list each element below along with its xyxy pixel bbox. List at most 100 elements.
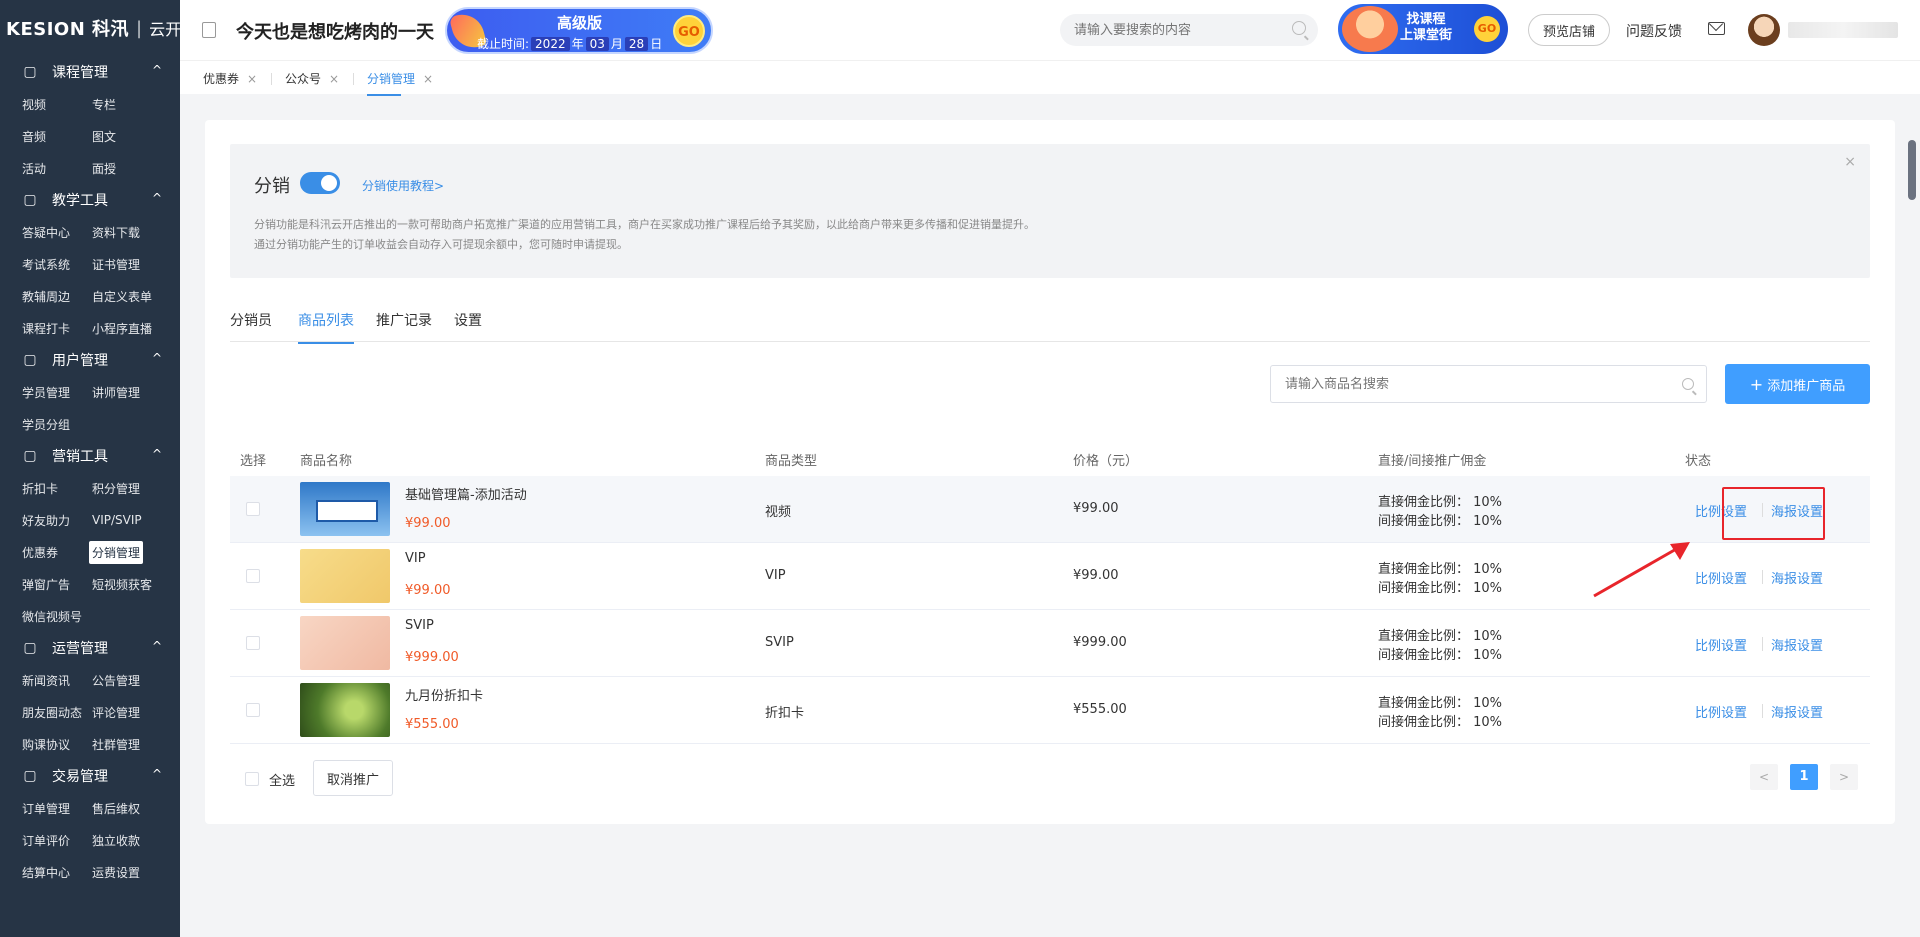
tab-coupon[interactable]: 优惠券 ×: [203, 70, 257, 87]
search-icon[interactable]: [1292, 21, 1306, 35]
scrollbar[interactable]: [1908, 140, 1916, 200]
col-select: 选择: [240, 454, 267, 469]
poster-settings-link[interactable]: 海报设置: [1771, 702, 1823, 721]
prev-page-button[interactable]: <: [1750, 764, 1778, 790]
sidebar-item[interactable]: 图文: [92, 120, 172, 152]
row-checkbox[interactable]: [246, 502, 260, 516]
sidebar-item-label: 面授: [92, 161, 117, 176]
subtab-promo-records[interactable]: 推广记录: [376, 310, 432, 330]
sidebar-item[interactable]: 视频: [22, 88, 92, 120]
row-checkbox[interactable]: [246, 569, 260, 583]
nav-group-header[interactable]: ▢ 教学工具 ^: [0, 184, 180, 216]
ratio-settings-link[interactable]: 比例设置: [1695, 568, 1747, 587]
tab-official-account[interactable]: 公众号 ×: [285, 70, 339, 87]
poster-settings-link[interactable]: 海报设置: [1771, 568, 1823, 587]
sidebar-item[interactable]: 学员管理: [22, 376, 92, 408]
global-search-input[interactable]: [1060, 14, 1318, 46]
select-all-checkbox[interactable]: [245, 772, 259, 786]
sidebar-item[interactable]: 公告管理: [92, 664, 172, 696]
close-icon[interactable]: ×: [423, 72, 433, 86]
mail-icon[interactable]: [1708, 22, 1725, 35]
sidebar-item[interactable]: 折扣卡: [22, 472, 92, 504]
page-number[interactable]: 1: [1790, 764, 1818, 790]
goods-search-input[interactable]: [1270, 365, 1707, 403]
search-icon[interactable]: [1682, 378, 1694, 390]
avatar[interactable]: [1748, 14, 1780, 46]
panel-title: 分销: [254, 176, 290, 197]
sidebar-item[interactable]: 社群管理: [92, 728, 172, 760]
sidebar-item[interactable]: 自定义表单: [92, 280, 172, 312]
select-all-label[interactable]: 全选: [269, 770, 295, 789]
sidebar-item[interactable]: 活动: [22, 152, 92, 184]
preview-store-button[interactable]: 预览店铺: [1528, 14, 1610, 46]
sidebar-item[interactable]: 微信视频号: [22, 600, 92, 632]
tutorial-link[interactable]: 分销使用教程>: [362, 177, 444, 194]
sidebar-item[interactable]: 售后维权: [92, 792, 172, 824]
sidebar-item-label: 折扣卡: [22, 481, 59, 496]
sidebar-item[interactable]: 运费设置: [92, 856, 172, 888]
sidebar-item[interactable]: 分销管理: [89, 536, 172, 568]
tab-distribution[interactable]: 分销管理 ×: [367, 70, 433, 96]
goods-type: 折扣卡: [765, 706, 805, 721]
sidebar-item[interactable]: 专栏: [92, 88, 172, 120]
sidebar-item[interactable]: 独立收款: [92, 824, 172, 856]
row-checkbox[interactable]: [246, 703, 260, 717]
nav-group-header[interactable]: ▢ 课程管理 ^: [0, 56, 180, 88]
subtab-goods-list[interactable]: 商品列表: [298, 310, 354, 344]
nav-group-header[interactable]: ▢ 交易管理 ^: [0, 760, 180, 792]
next-page-button[interactable]: >: [1830, 764, 1858, 790]
cancel-promo-button[interactable]: 取消推广: [313, 760, 393, 796]
sidebar-item[interactable]: 评论管理: [92, 696, 172, 728]
add-promo-goods-button[interactable]: + 添加推广商品: [1725, 364, 1870, 404]
ratio-settings-link[interactable]: 比例设置: [1695, 635, 1747, 654]
sidebar-item[interactable]: 朋友圈动态: [22, 696, 92, 728]
sidebar-item[interactable]: 课程打卡: [22, 312, 92, 344]
nav-group-title: 用户管理: [52, 353, 108, 369]
edition-banner[interactable]: 高级版 截止时间: 2022 年 03 月 28 日 GO: [445, 7, 713, 54]
sidebar-item[interactable]: VIP/SVIP: [92, 504, 172, 536]
goods-name[interactable]: SVIP: [405, 618, 434, 633]
find-course-banner[interactable]: 找课程 上课堂街 GO: [1338, 4, 1508, 54]
sidebar-item[interactable]: 弹窗广告: [22, 568, 92, 600]
sidebar-item[interactable]: 资料下载: [92, 216, 172, 248]
goods-name[interactable]: 基础管理篇-添加活动: [405, 484, 527, 503]
sidebar-item[interactable]: 优惠券: [22, 536, 92, 568]
goods-name[interactable]: 九月份折扣卡: [405, 685, 483, 704]
poster-settings-link[interactable]: 海报设置: [1771, 635, 1823, 654]
page-tabs: 优惠券 × 公众号 × 分销管理 ×: [180, 60, 1920, 96]
subtab-settings[interactable]: 设置: [454, 310, 482, 330]
sidebar-item[interactable]: 考试系统: [22, 248, 92, 280]
table-row: 九月份折扣卡 ¥555.00 折扣卡 ¥555.00 直接佣金比例： 10% 间接佣金比例…: [230, 677, 1870, 744]
row-checkbox[interactable]: [246, 636, 260, 650]
sidebar-item[interactable]: 购课协议: [22, 728, 92, 760]
sidebar-item-label: 证书管理: [92, 257, 141, 272]
nav-group-header[interactable]: ▢ 运营管理 ^: [0, 632, 180, 664]
close-icon[interactable]: ×: [329, 72, 339, 86]
ratio-settings-link[interactable]: 比例设置: [1695, 702, 1747, 721]
sidebar-item[interactable]: 教辅周边: [22, 280, 92, 312]
goods-name[interactable]: VIP: [405, 551, 426, 566]
sidebar-item[interactable]: 讲师管理: [92, 376, 172, 408]
feedback-link[interactable]: 问题反馈: [1626, 21, 1682, 41]
close-icon[interactable]: ×: [247, 72, 257, 86]
sidebar-item[interactable]: 结算中心: [22, 856, 92, 888]
user-name-blurred[interactable]: [1788, 22, 1898, 38]
sidebar-item[interactable]: 音频: [22, 120, 92, 152]
close-icon[interactable]: ×: [1844, 154, 1856, 170]
sidebar-item[interactable]: 订单评价: [22, 824, 92, 856]
sidebar-item[interactable]: 好友助力: [22, 504, 92, 536]
sidebar-item[interactable]: 订单管理: [22, 792, 92, 824]
sidebar-item[interactable]: 积分管理: [92, 472, 172, 504]
sidebar-item[interactable]: 学员分组: [22, 408, 92, 440]
sidebar-item[interactable]: 证书管理: [92, 248, 172, 280]
sidebar-item[interactable]: 答疑中心: [22, 216, 92, 248]
sidebar-item[interactable]: 短视频获客: [92, 568, 172, 600]
subtab-distributors[interactable]: 分销员: [230, 310, 272, 330]
nav-group-header[interactable]: ▢ 用户管理 ^: [0, 344, 180, 376]
sidebar-item[interactable]: 新闻资讯: [22, 664, 92, 696]
sidebar-item[interactable]: 面授: [92, 152, 172, 184]
logo[interactable]: KESION 科汛 | 云开店: [0, 0, 180, 56]
nav-group-header[interactable]: ▢ 营销工具 ^: [0, 440, 180, 472]
sidebar-item[interactable]: 小程序直播: [92, 312, 172, 344]
distribution-toggle[interactable]: [300, 172, 340, 194]
